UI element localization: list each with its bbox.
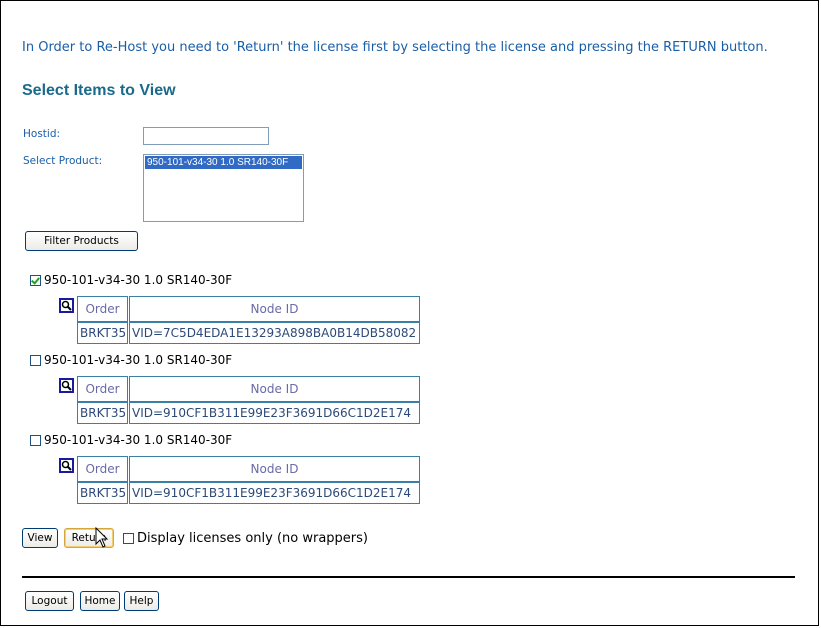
node-id-header: Node ID xyxy=(129,296,420,322)
node-id-cell: VID=910CF1B311E99E23F3691D66C1D2E174 xyxy=(129,402,420,424)
node-id-cell: VID=910CF1B311E99E23F3691D66C1D2E174 xyxy=(129,482,420,504)
hostid-label: Hostid: xyxy=(23,128,61,140)
select-product-label: Select Product: xyxy=(23,155,103,167)
license-label: 950-101-v34-30 1.0 SR140-30F xyxy=(44,353,233,367)
mouse-pointer-icon xyxy=(95,527,109,548)
order-cell: BRKT35 xyxy=(77,482,128,504)
home-button[interactable]: Home xyxy=(80,591,120,611)
node-id-header: Node ID xyxy=(129,376,420,402)
product-option[interactable]: 950-101-v34-30 1.0 SR140-30F xyxy=(145,156,302,169)
node-id-header: Node ID xyxy=(129,456,420,482)
order-header: Order xyxy=(77,296,128,322)
display-licenses-only-checkbox[interactable] xyxy=(123,533,134,544)
view-button[interactable]: View xyxy=(22,528,58,548)
product-listbox[interactable]: 950-101-v34-30 1.0 SR140-30F xyxy=(143,154,304,222)
display-licenses-only-option: Display licenses only (no wrappers) xyxy=(123,531,368,546)
order-cell: BRKT35 xyxy=(77,322,128,344)
magnifier-icon[interactable] xyxy=(59,298,74,313)
license-checkbox[interactable] xyxy=(30,434,41,446)
logout-button[interactable]: Logout xyxy=(25,591,74,611)
order-header: Order xyxy=(77,456,128,482)
magnifier-icon[interactable] xyxy=(59,458,74,473)
page-title: Select Items to View xyxy=(22,82,176,99)
license-label: 950-101-v34-30 1.0 SR140-30F xyxy=(44,273,233,287)
filter-products-button[interactable]: Filter Products xyxy=(25,231,138,251)
license-item: 950-101-v34-30 1.0 SR140-30F xyxy=(30,433,232,447)
display-licenses-only-label: Display licenses only (no wrappers) xyxy=(137,531,368,546)
instruction-text: In Order to Re-Host you need to 'Return'… xyxy=(22,40,768,55)
order-header: Order xyxy=(77,376,128,402)
license-label: 950-101-v34-30 1.0 SR140-30F xyxy=(44,433,233,447)
order-cell: BRKT35 xyxy=(77,402,128,424)
magnifier-icon[interactable] xyxy=(59,378,74,393)
license-item: 950-101-v34-30 1.0 SR140-30F xyxy=(30,273,232,287)
hostid-input[interactable] xyxy=(143,127,269,145)
license-checkbox[interactable] xyxy=(30,354,41,366)
license-checkbox[interactable] xyxy=(30,274,41,286)
license-item: 950-101-v34-30 1.0 SR140-30F xyxy=(30,353,232,367)
node-id-cell: VID=7C5D4EDA1E13293A898BA0B14DB58082 xyxy=(129,322,420,344)
help-button[interactable]: Help xyxy=(124,591,159,611)
divider xyxy=(22,576,795,578)
